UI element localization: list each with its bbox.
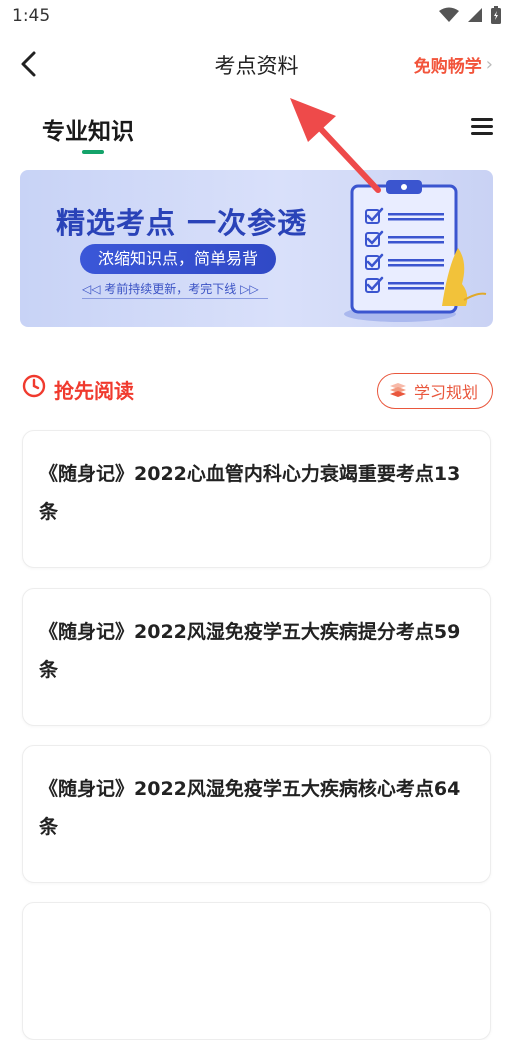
clipboard-checklist-icon (344, 180, 487, 322)
book-icon (389, 383, 406, 397)
article-title: 《随身记》2022心血管内科心力衰竭重要考点13条 (39, 463, 461, 523)
status-time: 1:45 (12, 6, 51, 26)
menu-icon[interactable] (471, 118, 493, 138)
wifi-icon (439, 7, 459, 22)
signal-icon (468, 8, 482, 22)
article-title: 《随身记》2022风湿免疫学五大疾病提分考点59条 (39, 621, 461, 681)
banner-headline: 精选考点 一次参透 (56, 206, 308, 240)
article-title: 《随身记》2022风湿免疫学五大疾病核心考点64条 (39, 778, 461, 838)
free-buy-link[interactable]: 免购畅学 › (414, 52, 493, 77)
section-header: 专业知识 (0, 104, 513, 160)
read-first-header: 抢先阅读 学习规划 (0, 370, 513, 414)
clock-icon (22, 374, 46, 398)
article-card[interactable]: 《随身记》2022风湿免疫学五大疾病提分考点59条 (22, 588, 491, 726)
study-plan-button[interactable]: 学习规划 (376, 373, 493, 409)
article-card[interactable]: 《随身记》2022心血管内科心力衰竭重要考点13条 (22, 430, 491, 568)
battery-icon (491, 6, 501, 24)
section-title: 专业知识 (42, 119, 134, 145)
status-icons (439, 6, 501, 24)
section-underline (82, 150, 104, 154)
promo-banner[interactable]: 精选考点 一次参透 浓缩知识点，简单易背 ◁◁ 考前持续更新，考完下线 ▷▷ (20, 170, 493, 327)
nav-bar: 考点资料 免购畅学 › (0, 34, 513, 94)
chevron-right-icon: › (485, 54, 493, 75)
article-card[interactable]: 《随身记》2022风湿免疫学五大疾病核心考点64条 (22, 745, 491, 883)
banner-divider (82, 298, 268, 299)
free-buy-label: 免购畅学 (413, 57, 482, 77)
article-card[interactable] (22, 902, 491, 1040)
banner-subtitle: ◁◁ 考前持续更新，考完下线 ▷▷ (82, 282, 259, 296)
banner-pill: 浓缩知识点，简单易背 (80, 244, 277, 274)
read-first-title: 抢先阅读 (54, 379, 134, 403)
study-plan-label: 学习规划 (413, 383, 478, 402)
status-bar: 1:45 (0, 0, 513, 34)
